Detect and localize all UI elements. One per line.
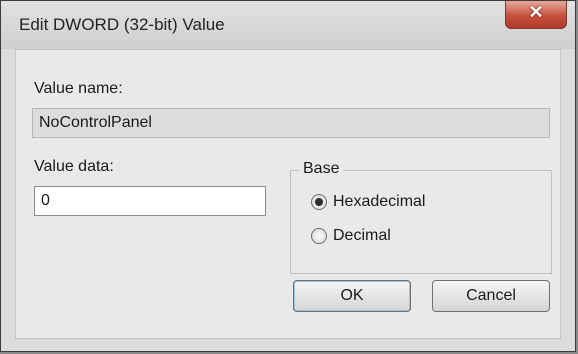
radio-label-decimal: Decimal: [333, 227, 391, 244]
radio-label-hexadecimal: Hexadecimal: [333, 193, 426, 210]
value-name-field: NoControlPanel: [32, 108, 550, 138]
close-button[interactable]: ✕: [505, 1, 567, 29]
value-data-input[interactable]: [34, 186, 266, 216]
radio-button-hexadecimal[interactable]: [311, 194, 327, 210]
radio-button-decimal[interactable]: [311, 228, 327, 244]
base-label: Base: [299, 160, 344, 178]
window-title: Edit DWORD (32-bit) Value: [19, 15, 225, 34]
value-data-label: Value data:: [34, 158, 114, 175]
edit-dword-dialog: Edit DWORD (32-bit) Value ✕ Value name: …: [0, 0, 576, 352]
value-name-label: Value name:: [34, 80, 123, 97]
ok-button[interactable]: OK: [293, 280, 411, 312]
base-group: Base Hexadecimal Decimal: [290, 160, 552, 274]
close-icon: ✕: [528, 2, 544, 22]
title-bar: Edit DWORD (32-bit) Value ✕: [1, 1, 575, 49]
cancel-button[interactable]: Cancel: [432, 280, 550, 312]
dialog-body: Value name: NoControlPanel Value data: B…: [15, 49, 561, 339]
